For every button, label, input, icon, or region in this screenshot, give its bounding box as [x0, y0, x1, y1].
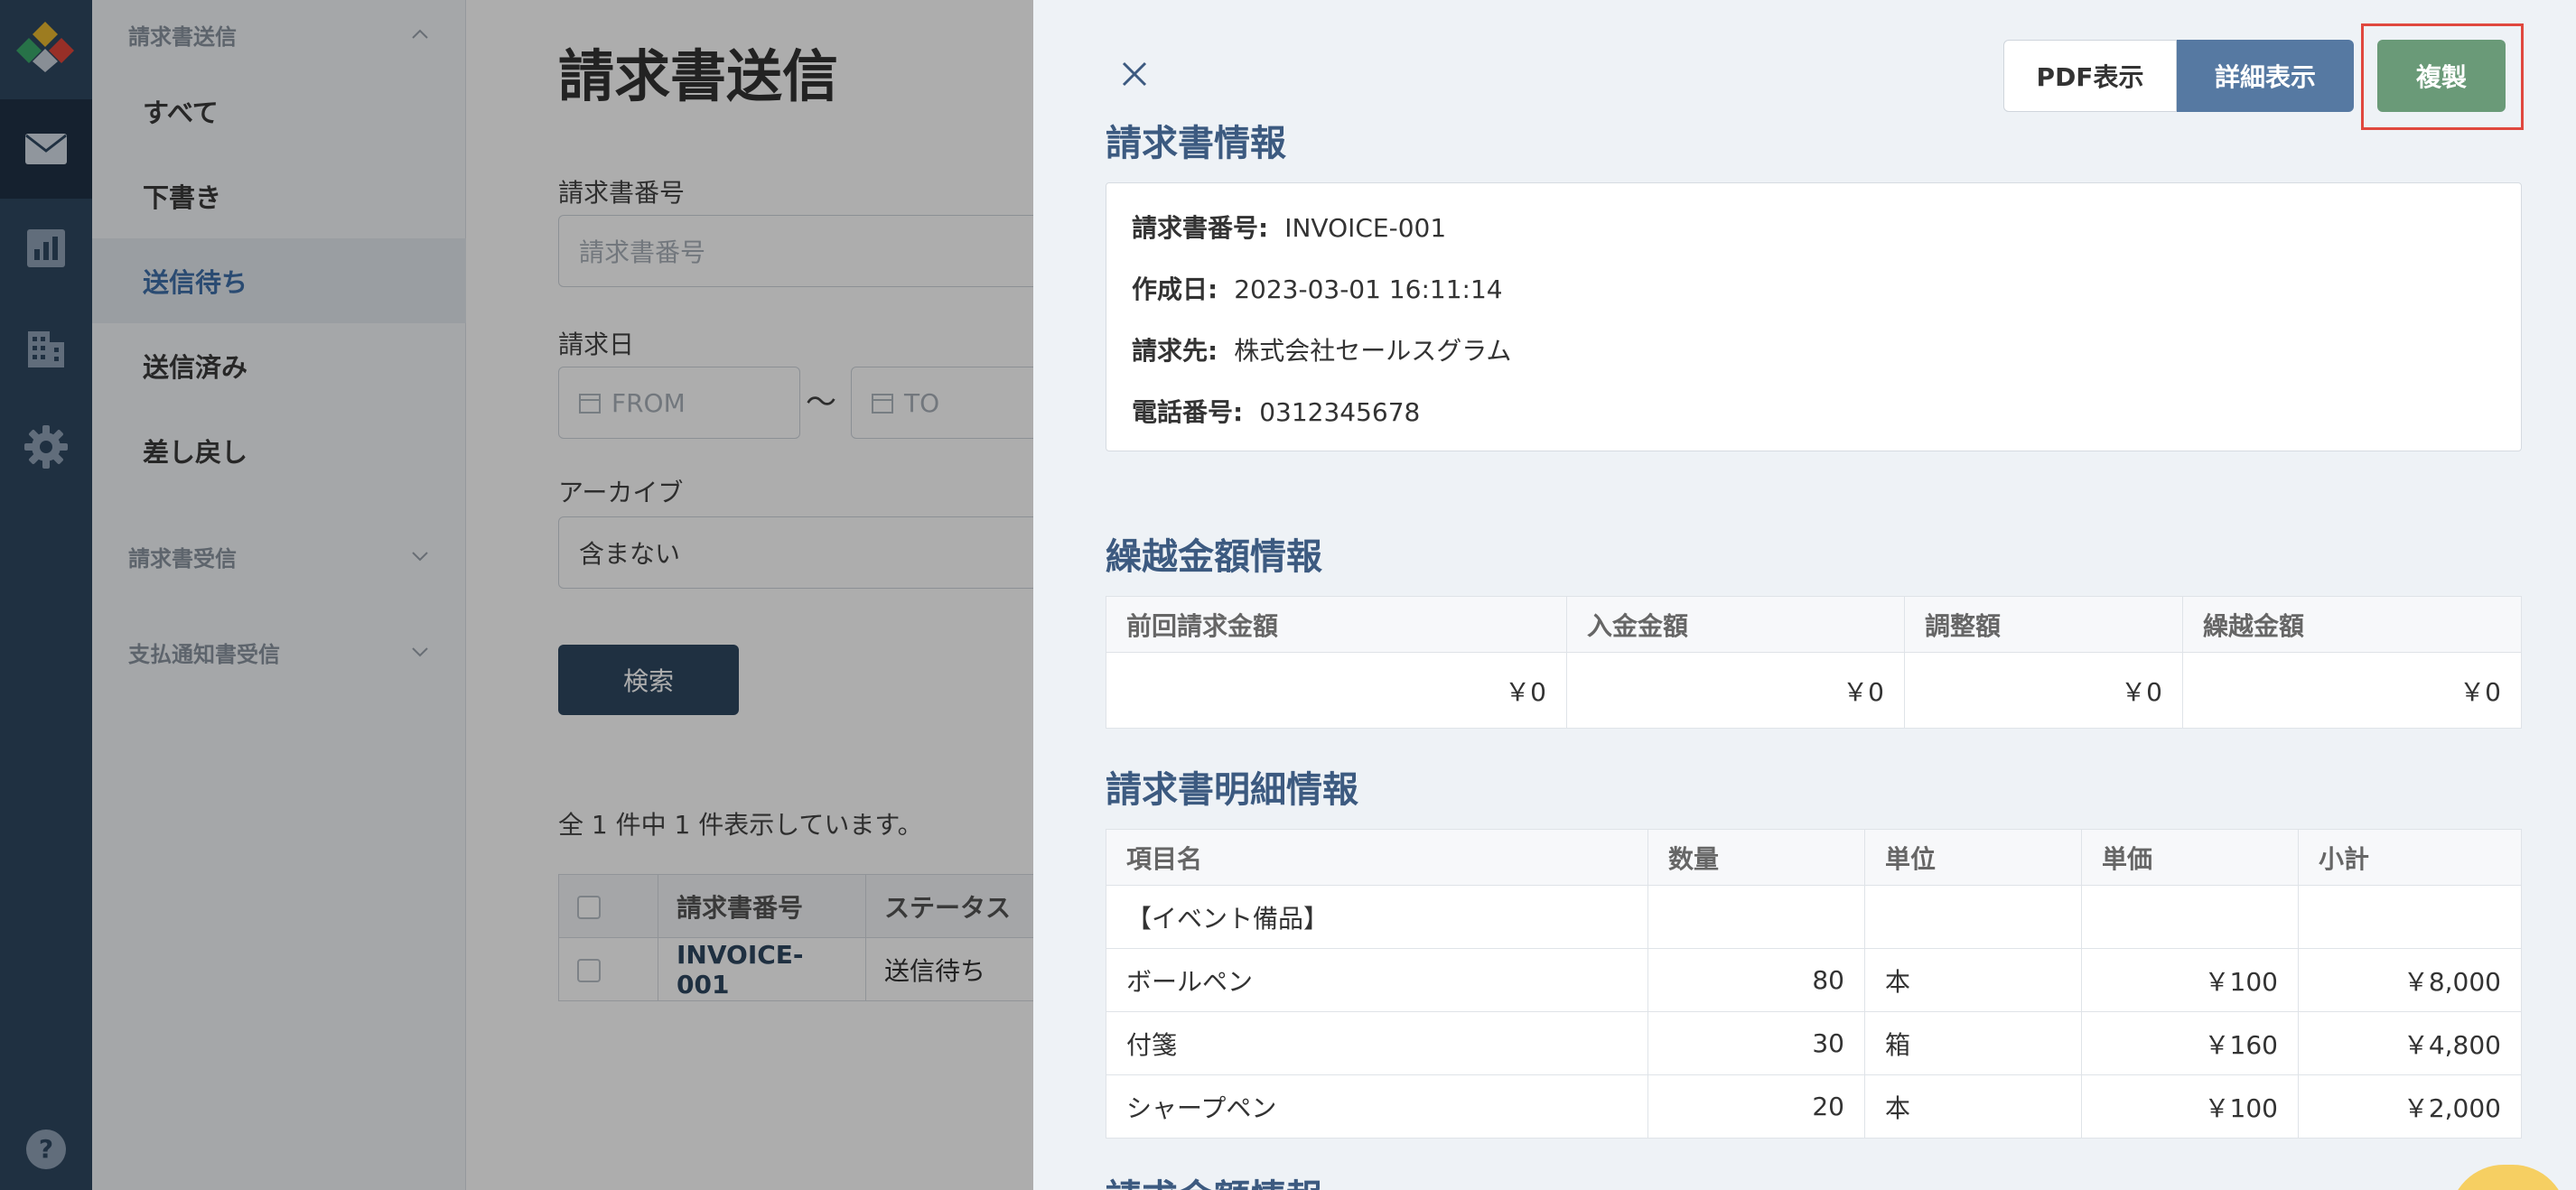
item-qty: [1647, 885, 1865, 949]
billing-amount-title: 請求金額情報: [1106, 1168, 1322, 1190]
invoice-detail-panel: PDF表示 詳細表示 複製 請求書情報 請求書番号: INVOICE-001 作成…: [1033, 0, 2576, 1190]
column-header: 調整額: [1904, 596, 2183, 653]
column-header: 前回請求金額: [1106, 596, 1567, 653]
item-price: ￥160: [2081, 1011, 2299, 1075]
invoice-info-box: 請求書番号: INVOICE-001 作成日: 2023-03-01 16:11:1…: [1106, 182, 2522, 451]
item-qty: 30: [1647, 1011, 1865, 1075]
carryover-table: 前回請求金額 入金金額 調整額 繰越金額 ￥0 ￥0 ￥0 ￥0: [1106, 596, 2522, 729]
column-header: 数量: [1647, 829, 1865, 886]
info-key: 請求書番号:: [1132, 213, 1269, 243]
invoice-info-title: 請求書情報: [1106, 123, 1286, 164]
info-key: 電話番号:: [1132, 397, 1244, 427]
info-key: 請求先:: [1132, 336, 1218, 366]
info-value: 株式会社セールスグラム: [1234, 336, 1512, 366]
close-icon: [1122, 61, 1147, 87]
info-value: 2023-03-01 16:11:14: [1234, 274, 1503, 304]
carryover-cell: ￥0: [1106, 652, 1567, 729]
table-row: ￥0 ￥0 ￥0 ￥0: [1106, 652, 2522, 729]
info-row-created: 作成日: 2023-03-01 16:11:14: [1132, 270, 1503, 306]
item-qty: 80: [1647, 948, 1865, 1012]
table-row: シャープペン 20 本 ￥100 ￥2,000: [1106, 1074, 2522, 1139]
item-qty: 20: [1647, 1074, 1865, 1139]
item-name: シャープペン: [1106, 1074, 1648, 1139]
column-header: 項目名: [1106, 829, 1648, 886]
table-header-row: 前回請求金額 入金金額 調整額 繰越金額: [1106, 596, 2522, 653]
item-subtotal: ￥2,000: [2298, 1074, 2522, 1139]
details-table: 項目名 数量 単位 単価 小計 【イベント備品】 ボールペン 80 本 ￥100…: [1106, 829, 2522, 1139]
close-button[interactable]: [1116, 56, 1153, 92]
item-price: ￥100: [2081, 948, 2299, 1012]
item-name: 【イベント備品】: [1106, 885, 1648, 949]
item-unit: [1864, 885, 2082, 949]
item-subtotal: ￥8,000: [2298, 948, 2522, 1012]
column-header: 小計: [2298, 829, 2522, 886]
column-header: 単価: [2081, 829, 2299, 886]
info-key: 作成日:: [1132, 274, 1218, 304]
column-header: 単位: [1864, 829, 2082, 886]
column-header: 入金金額: [1566, 596, 1905, 653]
carryover-cell: ￥0: [1904, 652, 2183, 729]
view-toggle-group: PDF表示 詳細表示: [2003, 40, 2354, 112]
item-unit: 箱: [1864, 1011, 2082, 1075]
item-unit: 本: [1864, 1074, 2082, 1139]
carryover-cell: ￥0: [2182, 652, 2522, 729]
info-value: 0312345678: [1259, 397, 1421, 427]
info-row-phone: 電話番号: 0312345678: [1132, 393, 1420, 429]
item-subtotal: [2298, 885, 2522, 949]
item-unit: 本: [1864, 948, 2082, 1012]
carryover-title: 繰越金額情報: [1106, 536, 1322, 578]
detail-view-button[interactable]: 詳細表示: [2177, 40, 2354, 112]
details-title: 請求書明細情報: [1106, 769, 1358, 811]
info-row-billing-to: 請求先: 株式会社セールスグラム: [1132, 331, 1511, 367]
carryover-cell: ￥0: [1566, 652, 1905, 729]
item-price: ￥100: [2081, 1074, 2299, 1139]
item-name: ボールペン: [1106, 948, 1648, 1012]
item-subtotal: ￥4,800: [2298, 1011, 2522, 1075]
table-row: 【イベント備品】: [1106, 885, 2522, 949]
table-row: ボールペン 80 本 ￥100 ￥8,000: [1106, 948, 2522, 1012]
item-name: 付箋: [1106, 1011, 1648, 1075]
table-row: 付箋 30 箱 ￥160 ￥4,800: [1106, 1011, 2522, 1075]
table-header-row: 項目名 数量 単位 単価 小計: [1106, 829, 2522, 886]
copy-button[interactable]: 複製: [2377, 40, 2506, 112]
info-value: INVOICE-001: [1284, 213, 1447, 243]
item-price: [2081, 885, 2299, 949]
modal-backdrop[interactable]: [0, 0, 1033, 1190]
pdf-view-button[interactable]: PDF表示: [2003, 40, 2177, 112]
column-header: 繰越金額: [2182, 596, 2522, 653]
info-row-invoice-no: 請求書番号: INVOICE-001: [1132, 209, 1446, 245]
